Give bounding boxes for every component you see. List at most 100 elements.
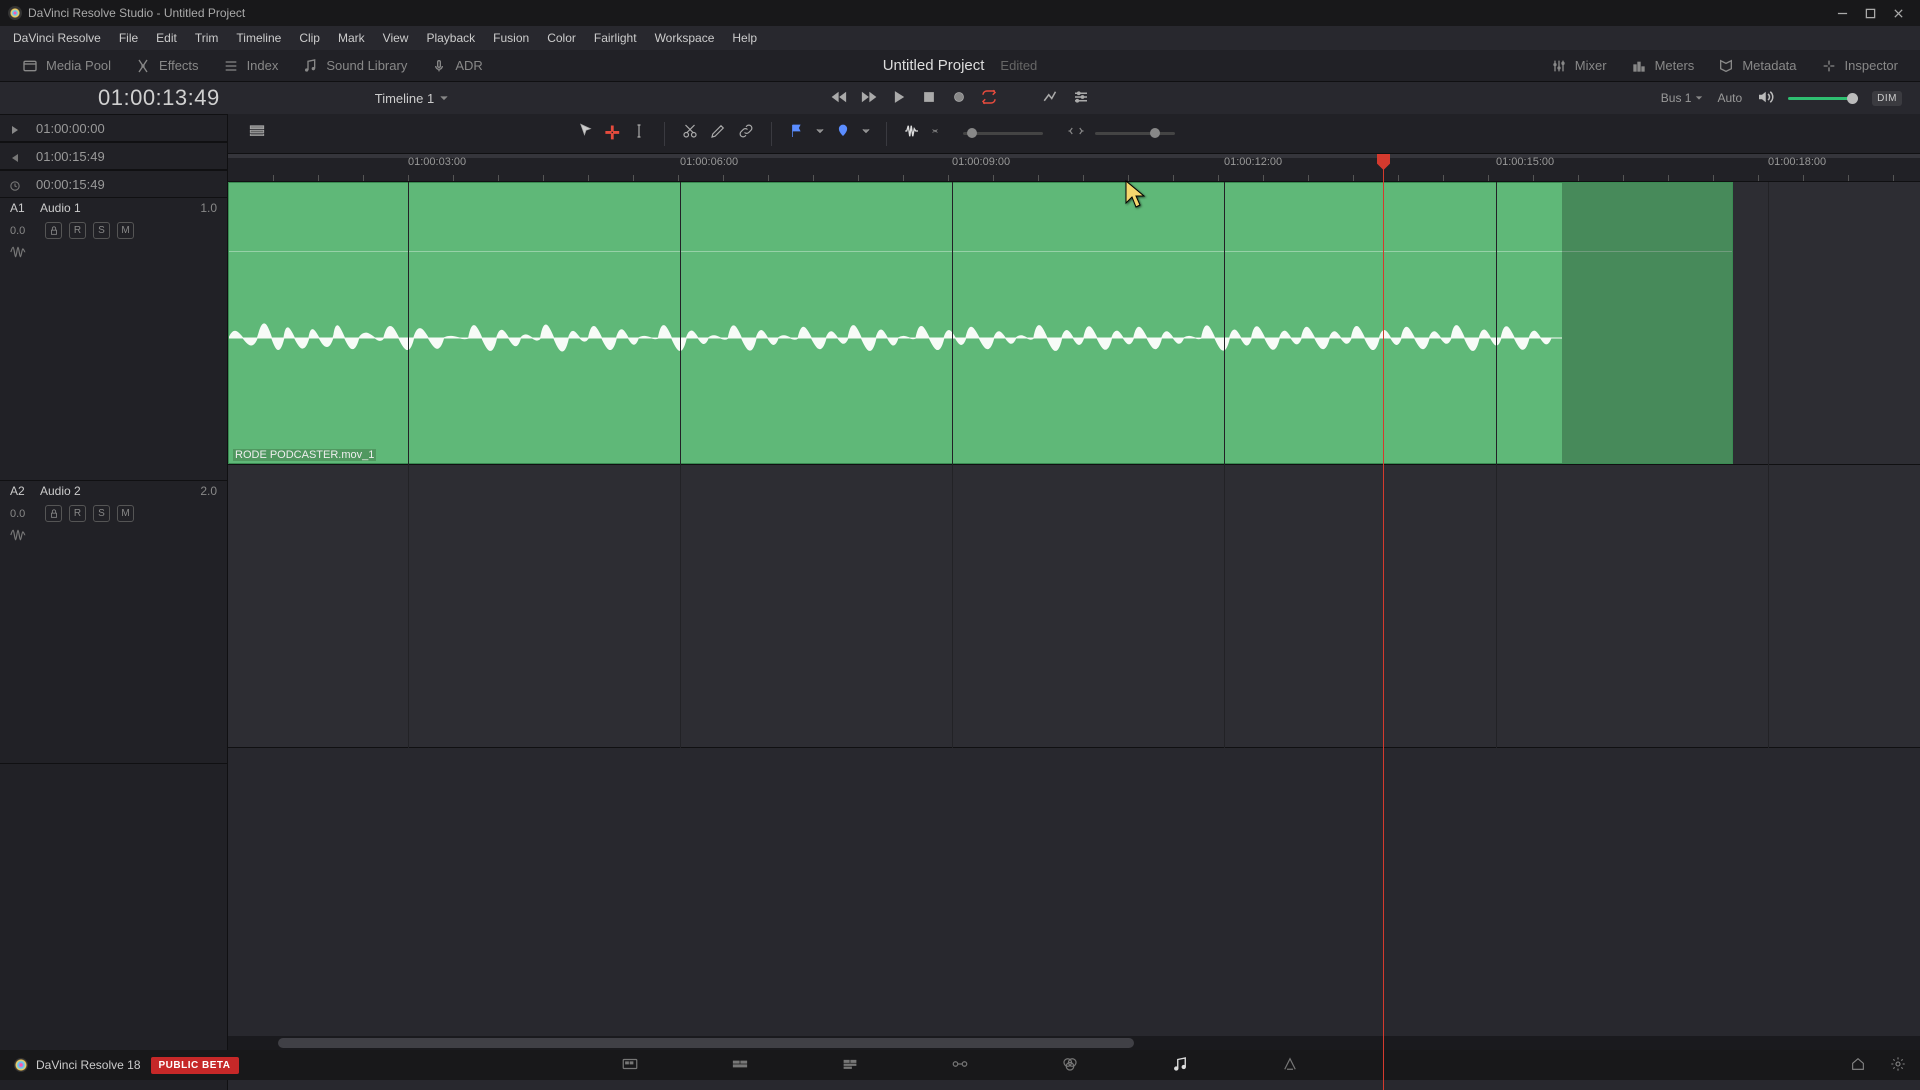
track-db[interactable]: 0.0	[10, 508, 38, 520]
close-button[interactable]	[1884, 3, 1912, 23]
transient-tool[interactable]	[903, 122, 921, 145]
menu-item[interactable]: DaVinci Resolve	[4, 29, 110, 47]
effects-toggle[interactable]: Effects	[123, 58, 211, 74]
menu-item[interactable]: Clip	[290, 29, 329, 47]
razor-tool[interactable]	[681, 122, 699, 145]
media-pool-toggle[interactable]: Media Pool	[10, 58, 123, 74]
marker-chevron[interactable]	[862, 122, 870, 145]
timeline-area: ✛	[228, 114, 1920, 1090]
arm-record-button[interactable]: R	[69, 505, 86, 522]
audio-clip[interactable]: RODE PODCASTER.mov_1	[228, 182, 1733, 464]
menu-item[interactable]: Fairlight	[585, 29, 646, 47]
menu-item[interactable]: Fusion	[484, 29, 538, 47]
page-switcher-bar: DaVinci Resolve 18 PUBLIC BETA	[0, 1050, 1920, 1080]
timeline-view-icon[interactable]	[1072, 88, 1090, 109]
timeline-picker[interactable]: Timeline 1	[375, 91, 448, 106]
metadata-toggle[interactable]: Metadata	[1706, 58, 1808, 74]
solo-button[interactable]: S	[93, 505, 110, 522]
arm-record-button[interactable]: R	[69, 222, 86, 239]
snap-chevron[interactable]	[931, 122, 939, 145]
edit-page-button[interactable]	[840, 1055, 860, 1076]
record-button[interactable]	[950, 88, 968, 109]
menu-item[interactable]: Help	[723, 29, 766, 47]
rewind-button[interactable]	[830, 88, 848, 109]
speaker-icon[interactable]	[1756, 88, 1774, 109]
cut-page-button[interactable]	[730, 1055, 750, 1076]
mixer-toggle[interactable]: Mixer	[1539, 58, 1619, 74]
automation-mode[interactable]: Auto	[1717, 91, 1742, 105]
menu-item[interactable]: Trim	[186, 29, 228, 47]
play-button[interactable]	[890, 88, 908, 109]
home-button[interactable]	[1850, 1056, 1866, 1075]
solo-button[interactable]: S	[93, 222, 110, 239]
adr-toggle[interactable]: ADR	[419, 58, 494, 74]
range-duration-value: 00:00:15:49	[36, 177, 105, 192]
range-end-value: 01:00:15:49	[36, 149, 105, 164]
volume-slider[interactable]	[1788, 97, 1858, 100]
track-header-a2[interactable]: A2 Audio 2 2.0 0.0 R S M	[0, 481, 227, 764]
lock-button[interactable]	[45, 222, 62, 239]
pencil-tool[interactable]	[709, 122, 727, 145]
lock-button[interactable]	[45, 505, 62, 522]
ruler-tick: 01:00:03:00	[408, 156, 466, 168]
media-page-button[interactable]	[620, 1055, 640, 1076]
timeline-tracks[interactable]: RODE PODCASTER.mov_1	[228, 182, 1920, 748]
mute-button[interactable]: M	[117, 222, 134, 239]
horizontal-zoom-slider[interactable]	[1095, 132, 1175, 135]
project-settings-button[interactable]	[1890, 1056, 1906, 1075]
selection-tool[interactable]	[577, 122, 595, 145]
clip-fade-region[interactable]	[1562, 183, 1732, 463]
timeline-ruler[interactable]: 01:00:03:0001:00:06:0001:00:09:0001:00:1…	[228, 154, 1920, 182]
fusion-page-button[interactable]	[950, 1055, 970, 1076]
fairlight-page-button[interactable]	[1170, 1055, 1190, 1076]
track-header-a1[interactable]: A1 Audio 1 1.0 0.0 R S M	[0, 198, 227, 481]
text-cursor-tool[interactable]	[630, 122, 648, 145]
bus-selector[interactable]: Bus 1	[1661, 91, 1704, 105]
color-page-button[interactable]	[1060, 1055, 1080, 1076]
marker-tool[interactable]	[834, 122, 852, 145]
range-start-row[interactable]: 01:00:00:00	[0, 114, 227, 142]
mute-button[interactable]: M	[117, 505, 134, 522]
minimize-button[interactable]	[1828, 3, 1856, 23]
maximize-button[interactable]	[1856, 3, 1884, 23]
range-selection-tool[interactable]: ✛	[605, 123, 620, 144]
track-lane-a2[interactable]	[228, 465, 1920, 748]
ruler-minor-tick	[723, 175, 724, 181]
inspector-toggle[interactable]: Inspector	[1809, 58, 1910, 74]
playhead[interactable]	[1383, 154, 1384, 1090]
meters-toggle[interactable]: Meters	[1619, 58, 1707, 74]
range-duration-row[interactable]: 00:00:15:49	[0, 170, 227, 198]
menu-item[interactable]: Edit	[147, 29, 186, 47]
fast-forward-button[interactable]	[860, 88, 878, 109]
track-lane-a1[interactable]: RODE PODCASTER.mov_1	[228, 182, 1920, 465]
deliver-page-button[interactable]	[1280, 1055, 1300, 1076]
index-toggle[interactable]: Index	[211, 58, 291, 74]
flag-chevron[interactable]	[816, 122, 824, 145]
waveform-mode-icon[interactable]	[0, 526, 227, 553]
menu-item[interactable]: File	[110, 29, 147, 47]
flag-tool[interactable]	[788, 122, 806, 145]
stop-button[interactable]	[920, 88, 938, 109]
timeline-scrollbar[interactable]	[228, 1036, 1920, 1050]
link-tool[interactable]	[737, 122, 755, 145]
scrollbar-thumb[interactable]	[278, 1038, 1134, 1048]
dim-button[interactable]: DIM	[1872, 91, 1902, 106]
menu-item[interactable]: View	[374, 29, 418, 47]
ruler-tick: 01:00:12:00	[1224, 156, 1282, 168]
range-end-row[interactable]: 01:00:15:49	[0, 142, 227, 170]
track-db[interactable]: 0.0	[10, 225, 38, 237]
menu-item[interactable]: Workspace	[646, 29, 724, 47]
menu-item[interactable]: Color	[538, 29, 585, 47]
timecode-display[interactable]: 01:00:13:49	[98, 85, 220, 111]
menu-item[interactable]: Timeline	[227, 29, 290, 47]
sound-library-toggle[interactable]: Sound Library	[290, 58, 419, 74]
loop-button[interactable]	[980, 88, 998, 109]
ruler-minor-tick	[1218, 175, 1219, 181]
vertical-zoom-slider[interactable]	[963, 132, 1043, 135]
horizontal-zoom-icon[interactable]	[1067, 122, 1085, 145]
waveform-mode-icon[interactable]	[0, 243, 227, 270]
timeline-view-options[interactable]	[248, 122, 266, 145]
automation-tool-icon[interactable]	[1042, 88, 1060, 109]
menu-item[interactable]: Mark	[329, 29, 374, 47]
menu-item[interactable]: Playback	[417, 29, 484, 47]
